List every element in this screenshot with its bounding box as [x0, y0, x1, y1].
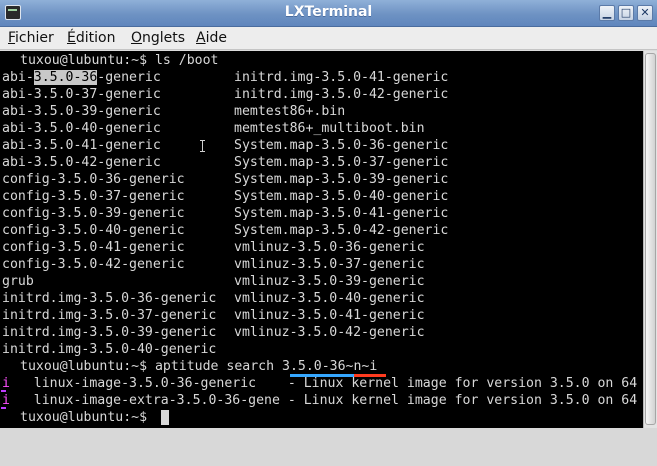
selected-text: 3.5.0-36: [33, 70, 98, 85]
minimize-button[interactable]: ▁: [599, 5, 615, 21]
ls-entry: System.map-3.5.0-36-generic: [234, 138, 449, 153]
window-bottom: [0, 428, 657, 466]
menu-fichier[interactable]: Fichier: [8, 30, 54, 46]
ls-entry: vmlinuz-3.5.0-42-generic: [234, 325, 425, 340]
terminal-cursor: [161, 410, 169, 425]
prompt-aptitude-prefix: tuxou@lubuntu:~$ aptitude search: [20, 359, 283, 374]
ls-entry: initrd.img-3.5.0-39-generic: [2, 325, 217, 340]
ls-entry: System.map-3.5.0-41-generic: [234, 206, 449, 221]
prompt-aptitude-search: tuxou@lubuntu:~$ aptitude search 3.5.0-3…: [20, 358, 377, 375]
ls-entry: vmlinuz-3.5.0-37-generic: [234, 257, 425, 272]
ls-entry: abi-3.5.0-36-generic: [2, 69, 161, 86]
menu-aide-mnemonic: A: [196, 30, 206, 46]
ls-entry: abi-3.5.0-39-generic: [2, 104, 161, 119]
ls-entry: abi-3.5.0-42-generic: [2, 155, 161, 170]
ls-entry: config-3.5.0-37-generic: [2, 189, 185, 204]
ls-entry: config-3.5.0-40-generic: [2, 223, 185, 238]
menu-onglets-label: nglets: [142, 30, 186, 46]
ls-entry: initrd.img-3.5.0-40-generic: [2, 342, 217, 357]
ls-entry: initrd.img-3.5.0-37-generic: [2, 308, 217, 323]
text-cursor-ibeam: [200, 140, 205, 152]
ls-entry: System.map-3.5.0-40-generic: [234, 189, 449, 204]
menu-onglets-mnemonic: O: [131, 30, 143, 46]
ls-entry-suffix: -generic: [97, 70, 161, 85]
ls-entry: config-3.5.0-36-generic: [2, 172, 185, 187]
menu-aide[interactable]: Aide: [196, 30, 227, 46]
menu-bar: Fichier Édition Onglets Aide: [0, 27, 657, 50]
installed-flag: i: [2, 376, 10, 391]
ls-entry: initrd.img-3.5.0-36-generic: [2, 291, 217, 306]
ls-entry: config-3.5.0-42-generic: [2, 257, 185, 272]
close-button[interactable]: ✕: [637, 5, 653, 21]
lxterminal-window: LXTerminal ▁ □ ✕ Fichier Édition Onglets…: [0, 0, 657, 466]
maximize-button[interactable]: □: [618, 5, 634, 21]
prompt-current: tuxou@lubuntu:~$: [20, 410, 155, 425]
terminal-area[interactable]: tuxou@lubuntu:~$ ls /boot abi-3.5.0-36-g…: [0, 51, 643, 428]
ls-entry: config-3.5.0-41-generic: [2, 240, 185, 255]
ls-entry: abi-3.5.0-41-generic: [2, 138, 161, 153]
search-result-2: i linux-image-extra-3.5.0-36-gene - Linu…: [2, 392, 637, 409]
ls-entry: grub: [2, 274, 34, 289]
ls-entry: vmlinuz-3.5.0-36-generic: [234, 240, 425, 255]
scrollbar-thumb[interactable]: [645, 53, 656, 425]
vertical-scrollbar[interactable]: [643, 51, 657, 428]
ls-entry: memtest86+_multiboot.bin: [234, 121, 425, 136]
window-title: LXTerminal: [284, 4, 373, 20]
title-bar[interactable]: LXTerminal ▁ □ ✕: [0, 0, 657, 27]
menu-edition[interactable]: Édition: [67, 30, 115, 46]
ls-entry: System.map-3.5.0-42-generic: [234, 223, 449, 238]
menu-onglets[interactable]: Onglets: [131, 30, 185, 46]
aptitude-pattern: 3.5.0-36~n~i: [282, 359, 378, 374]
installed-flag: i: [2, 393, 10, 408]
ls-entry: abi-3.5.0-40-generic: [2, 121, 161, 136]
search-result-1: i linux-image-3.5.0-36-generic - Linux k…: [2, 375, 637, 392]
search-result-2-text: linux-image-extra-3.5.0-36-gene - Linux …: [9, 393, 638, 408]
ls-entry: vmlinuz-3.5.0-40-generic: [234, 291, 425, 306]
ls-entry: System.map-3.5.0-37-generic: [234, 155, 449, 170]
ls-entry: System.map-3.5.0-39-generic: [234, 172, 449, 187]
search-result-1-text: linux-image-3.5.0-36-generic - Linux ker…: [9, 376, 638, 391]
menu-edition-label: dition: [75, 30, 116, 46]
ls-entry-prefix: abi-: [2, 70, 34, 85]
menu-fichier-label: ichier: [15, 30, 54, 46]
ls-entry: vmlinuz-3.5.0-41-generic: [234, 308, 425, 323]
prompt-ls-boot: tuxou@lubuntu:~$ ls /boot: [20, 53, 219, 68]
menu-edition-mnemonic: É: [67, 30, 76, 46]
ls-entry: initrd.img-3.5.0-42-generic: [234, 87, 449, 102]
ls-entry: memtest86+.bin: [234, 104, 346, 119]
ls-entry: abi-3.5.0-37-generic: [2, 87, 161, 102]
menu-fichier-mnemonic: F: [8, 30, 16, 46]
ls-entry: initrd.img-3.5.0-41-generic: [234, 70, 449, 85]
ls-entry: vmlinuz-3.5.0-39-generic: [234, 274, 425, 289]
menu-aide-label: ide: [205, 30, 227, 46]
flag-annotation-mark: [1, 407, 6, 409]
ls-entry: config-3.5.0-39-generic: [2, 206, 185, 221]
flag-annotation-mark: [1, 390, 6, 392]
